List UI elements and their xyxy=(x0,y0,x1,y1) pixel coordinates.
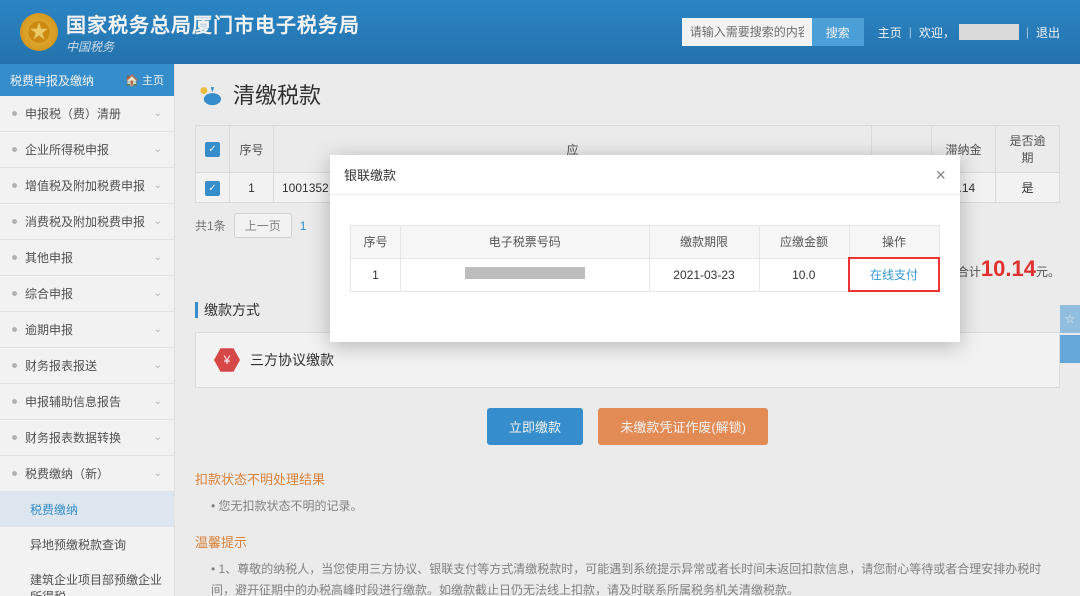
modal-table: 序号 电子税票号码 缴款期限 应缴金额 操作 1 2021-03-23 10.0… xyxy=(350,225,940,292)
tips-title: 温馨提示 xyxy=(195,532,1060,551)
sidebar-item[interactable]: 财务报表报送⌄ xyxy=(0,348,174,384)
mcol-deadline: 缴款期限 xyxy=(649,226,759,259)
chevron-down-icon: ⌄ xyxy=(154,324,162,335)
emblem-icon xyxy=(20,13,58,51)
col-overdue: 是否逾期 xyxy=(996,126,1060,173)
app-title: 国家税务总局厦门市电子税务局 xyxy=(66,9,360,38)
search-box: 搜索 xyxy=(682,18,864,46)
sidebar-item[interactable]: 综合申报⌄ xyxy=(0,276,174,312)
chevron-down-icon: ⌄ xyxy=(154,216,162,227)
sidebar-home-button[interactable]: 🏠 主页 xyxy=(125,72,164,88)
chevron-down-icon: ⌄ xyxy=(154,468,162,479)
chevron-down-icon: ⌄ xyxy=(154,288,162,299)
chevron-down-icon: ⌄ xyxy=(154,396,162,407)
pay-method-label: 三方协议缴款 xyxy=(250,350,334,370)
pager-prev-button[interactable]: 上一页 xyxy=(234,213,292,238)
chevron-down-icon: ⌄ xyxy=(154,180,162,191)
chevron-down-icon: ⌄ xyxy=(154,432,162,443)
sidebar-item[interactable]: 申报税（费）清册⌄ xyxy=(0,96,174,132)
pager-total: 共1条 xyxy=(195,217,226,234)
sidebar-sub-item[interactable]: 税费缴纳 xyxy=(0,492,174,527)
sidebar-section-title: 税费申报及缴纳 xyxy=(10,72,94,89)
float-tab-2[interactable] xyxy=(1060,335,1080,363)
sidebar-item[interactable]: 税费缴纳（新）⌄ xyxy=(0,456,174,492)
sidebar-sub-item[interactable]: 异地预缴税款查询 xyxy=(0,527,174,562)
modal-title: 银联缴款 xyxy=(344,165,396,184)
result-text: 您无扣款状态不明的记录。 xyxy=(195,496,1060,518)
yuan-hex-icon: ¥ xyxy=(214,347,240,373)
star-icon: ☆ xyxy=(1065,312,1076,326)
link-logout[interactable]: 退出 xyxy=(1036,24,1060,41)
sidebar-item[interactable]: 逾期申报⌄ xyxy=(0,312,174,348)
welcome-label: 欢迎， xyxy=(919,24,955,41)
checkbox-row[interactable]: ✓ xyxy=(205,181,220,196)
unionpay-modal: 银联缴款 × 序号 电子税票号码 缴款期限 应缴金额 操作 1 2021-03-… xyxy=(330,155,960,342)
sidebar-item[interactable]: 企业所得税申报⌄ xyxy=(0,132,174,168)
sidebar-item[interactable]: 申报辅助信息报告⌄ xyxy=(0,384,174,420)
user-name-redacted xyxy=(959,24,1019,40)
mcol-code: 电子税票号码 xyxy=(401,226,650,259)
result-title: 扣款状态不明处理结果 xyxy=(195,469,1060,488)
float-tab-1[interactable]: ☆ xyxy=(1060,305,1080,333)
close-icon[interactable]: × xyxy=(935,166,946,184)
mcol-seq: 序号 xyxy=(351,226,401,259)
money-bag-icon xyxy=(195,82,223,106)
tips-line1: 1、尊敬的纳税人，当您使用三方协议、银联支付等方式清缴税款时，可能遇到系统提示异… xyxy=(195,559,1060,596)
sidebar-sub-item[interactable]: 建筑企业项目部预缴企业所得税 xyxy=(0,562,174,596)
pay-online-link[interactable]: 在线支付 xyxy=(870,268,918,282)
mcol-amount: 应缴金额 xyxy=(759,226,849,259)
float-tabs: ☆ xyxy=(1060,305,1080,365)
pager-page-1[interactable]: 1 xyxy=(300,219,307,233)
search-input[interactable] xyxy=(682,18,812,46)
page-title: 清缴税款 xyxy=(233,78,321,110)
col-seq: 序号 xyxy=(230,126,274,173)
search-button[interactable]: 搜索 xyxy=(812,18,864,46)
void-voucher-button[interactable]: 未缴款凭证作废(解锁) xyxy=(598,408,768,445)
chevron-down-icon: ⌄ xyxy=(154,144,162,155)
link-home[interactable]: 主页 xyxy=(878,24,902,41)
sidebar-item[interactable]: 增值税及附加税费申报⌄ xyxy=(0,168,174,204)
chevron-down-icon: ⌄ xyxy=(154,252,162,263)
chevron-down-icon: ⌄ xyxy=(154,108,162,119)
chevron-down-icon: ⌄ xyxy=(154,360,162,371)
tax-ticket-redacted xyxy=(465,267,585,279)
app-header: 国家税务总局厦门市电子税务局 中国税务 搜索 主页 | 欢迎， | 退出 xyxy=(0,0,1080,64)
sidebar: 税费申报及缴纳 🏠 主页 申报税（费）清册⌄企业所得税申报⌄增值税及附加税费申报… xyxy=(0,64,175,596)
mcol-op: 操作 xyxy=(849,226,939,259)
logo-block: 国家税务总局厦门市电子税务局 中国税务 xyxy=(20,9,360,55)
sidebar-item[interactable]: 财务报表数据转换⌄ xyxy=(0,420,174,456)
pay-now-button[interactable]: 立即缴款 xyxy=(487,408,583,445)
sidebar-header: 税费申报及缴纳 🏠 主页 xyxy=(0,64,174,96)
header-links: 主页 | 欢迎， | 退出 xyxy=(878,24,1060,41)
modal-row: 1 2021-03-23 10.0 在线支付 xyxy=(351,258,940,291)
app-subbrand: 中国税务 xyxy=(66,38,360,55)
sidebar-item[interactable]: 其他申报⌄ xyxy=(0,240,174,276)
sidebar-item[interactable]: 消费税及附加税费申报⌄ xyxy=(0,204,174,240)
checkbox-all[interactable]: ✓ xyxy=(205,142,220,157)
